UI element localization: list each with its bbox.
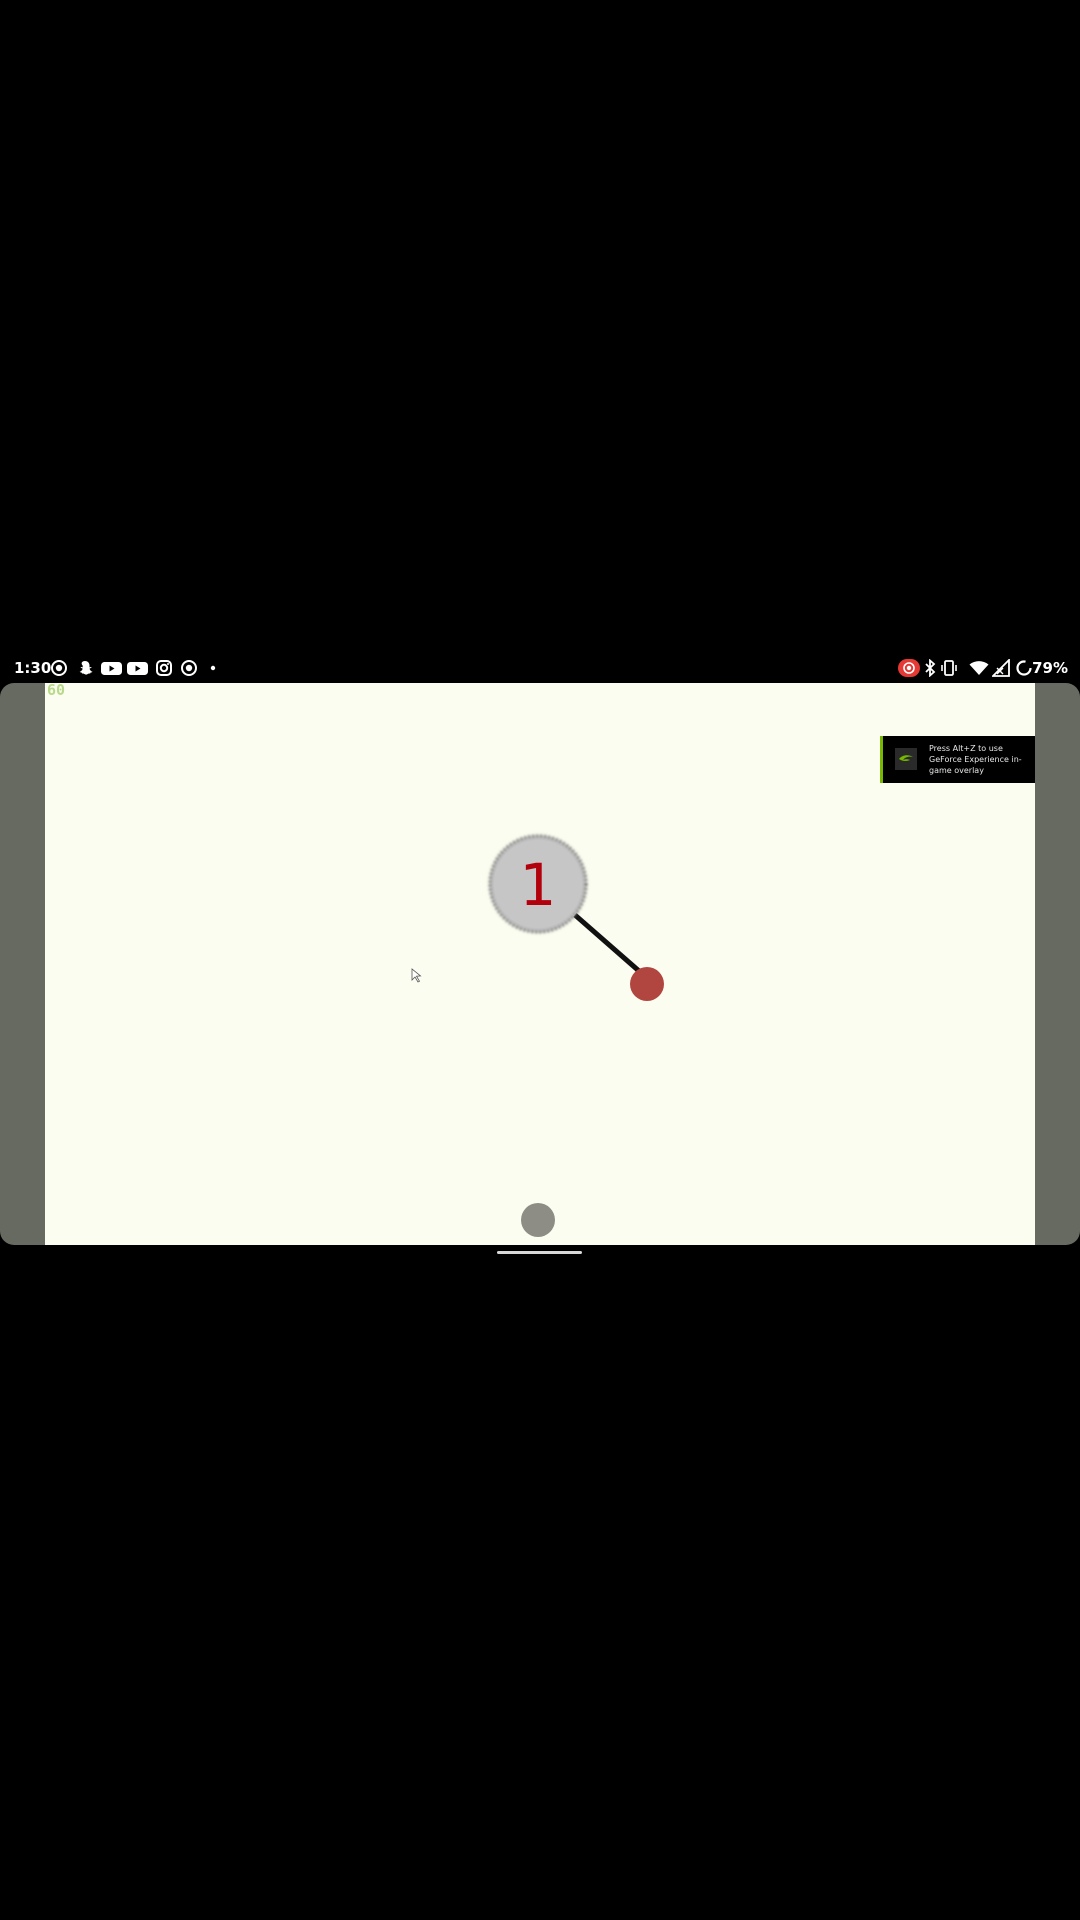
wifi-icon — [969, 661, 989, 675]
home-indicator[interactable] — [497, 1251, 582, 1254]
geforce-overlay-notification: Press Alt+Z to use GeForce Experience in… — [880, 736, 1035, 783]
screen-record-icon — [51, 660, 67, 676]
main-ball[interactable]: 1 — [488, 834, 588, 934]
youtube-icon — [127, 662, 148, 675]
vibrate-icon — [941, 660, 957, 676]
bluetooth-icon — [925, 659, 936, 677]
grey-ball[interactable] — [521, 1203, 555, 1237]
signal-icon — [992, 659, 1010, 677]
status-bar: 1:30 79% — [0, 656, 1080, 680]
dot-icon — [210, 665, 216, 671]
youtube-icon — [101, 662, 122, 675]
overlay-message: Press Alt+Z to use GeForce Experience in… — [929, 744, 1022, 775]
red-ball[interactable] — [630, 967, 664, 1001]
screen-record-active-icon — [898, 659, 920, 677]
rope — [573, 913, 649, 980]
clock: 1:30 — [14, 659, 52, 677]
battery-ring-icon — [1016, 660, 1032, 676]
nvidia-logo-icon — [895, 748, 917, 770]
video-frame: 60 1 Press Alt+Z to use GeForce Experien… — [0, 683, 1080, 1245]
ball-number: 1 — [520, 851, 557, 919]
snapchat-icon — [79, 661, 93, 675]
game-canvas[interactable]: 60 1 Press Alt+Z to use GeForce Experien… — [45, 683, 1035, 1245]
screen-record-icon — [181, 660, 197, 676]
mouse-cursor-icon — [411, 968, 422, 983]
battery-percent: 79% — [1032, 659, 1068, 677]
instagram-icon — [156, 660, 172, 676]
